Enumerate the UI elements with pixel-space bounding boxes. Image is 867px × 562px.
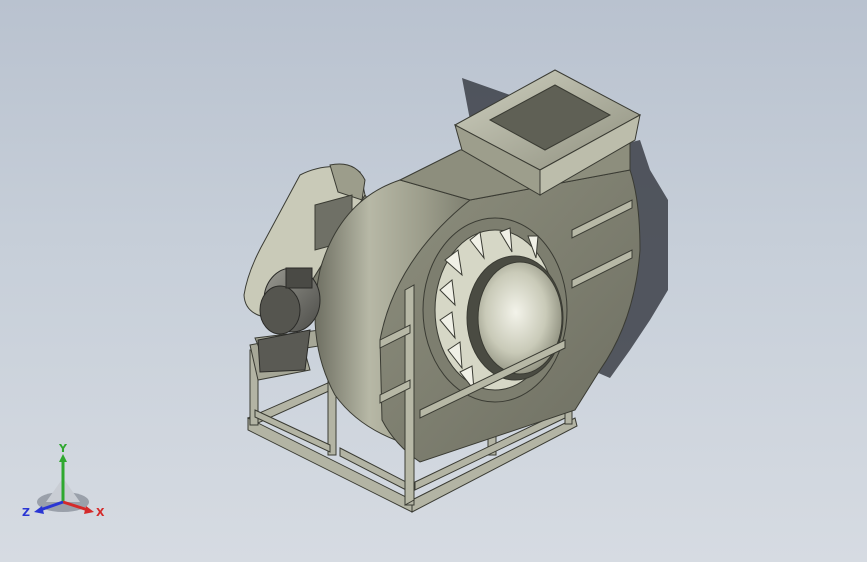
x-axis-label: X [96, 506, 105, 519]
x-arrow-icon [84, 506, 94, 514]
fan-model[interactable] [0, 0, 867, 562]
coordinate-triad[interactable]: Y X Z [18, 440, 118, 540]
y-arrow-icon [59, 454, 67, 462]
z-axis-label: Z [22, 506, 30, 519]
y-axis-label: Y [58, 442, 68, 455]
graphics-viewport[interactable]: Y X Z [0, 0, 867, 562]
